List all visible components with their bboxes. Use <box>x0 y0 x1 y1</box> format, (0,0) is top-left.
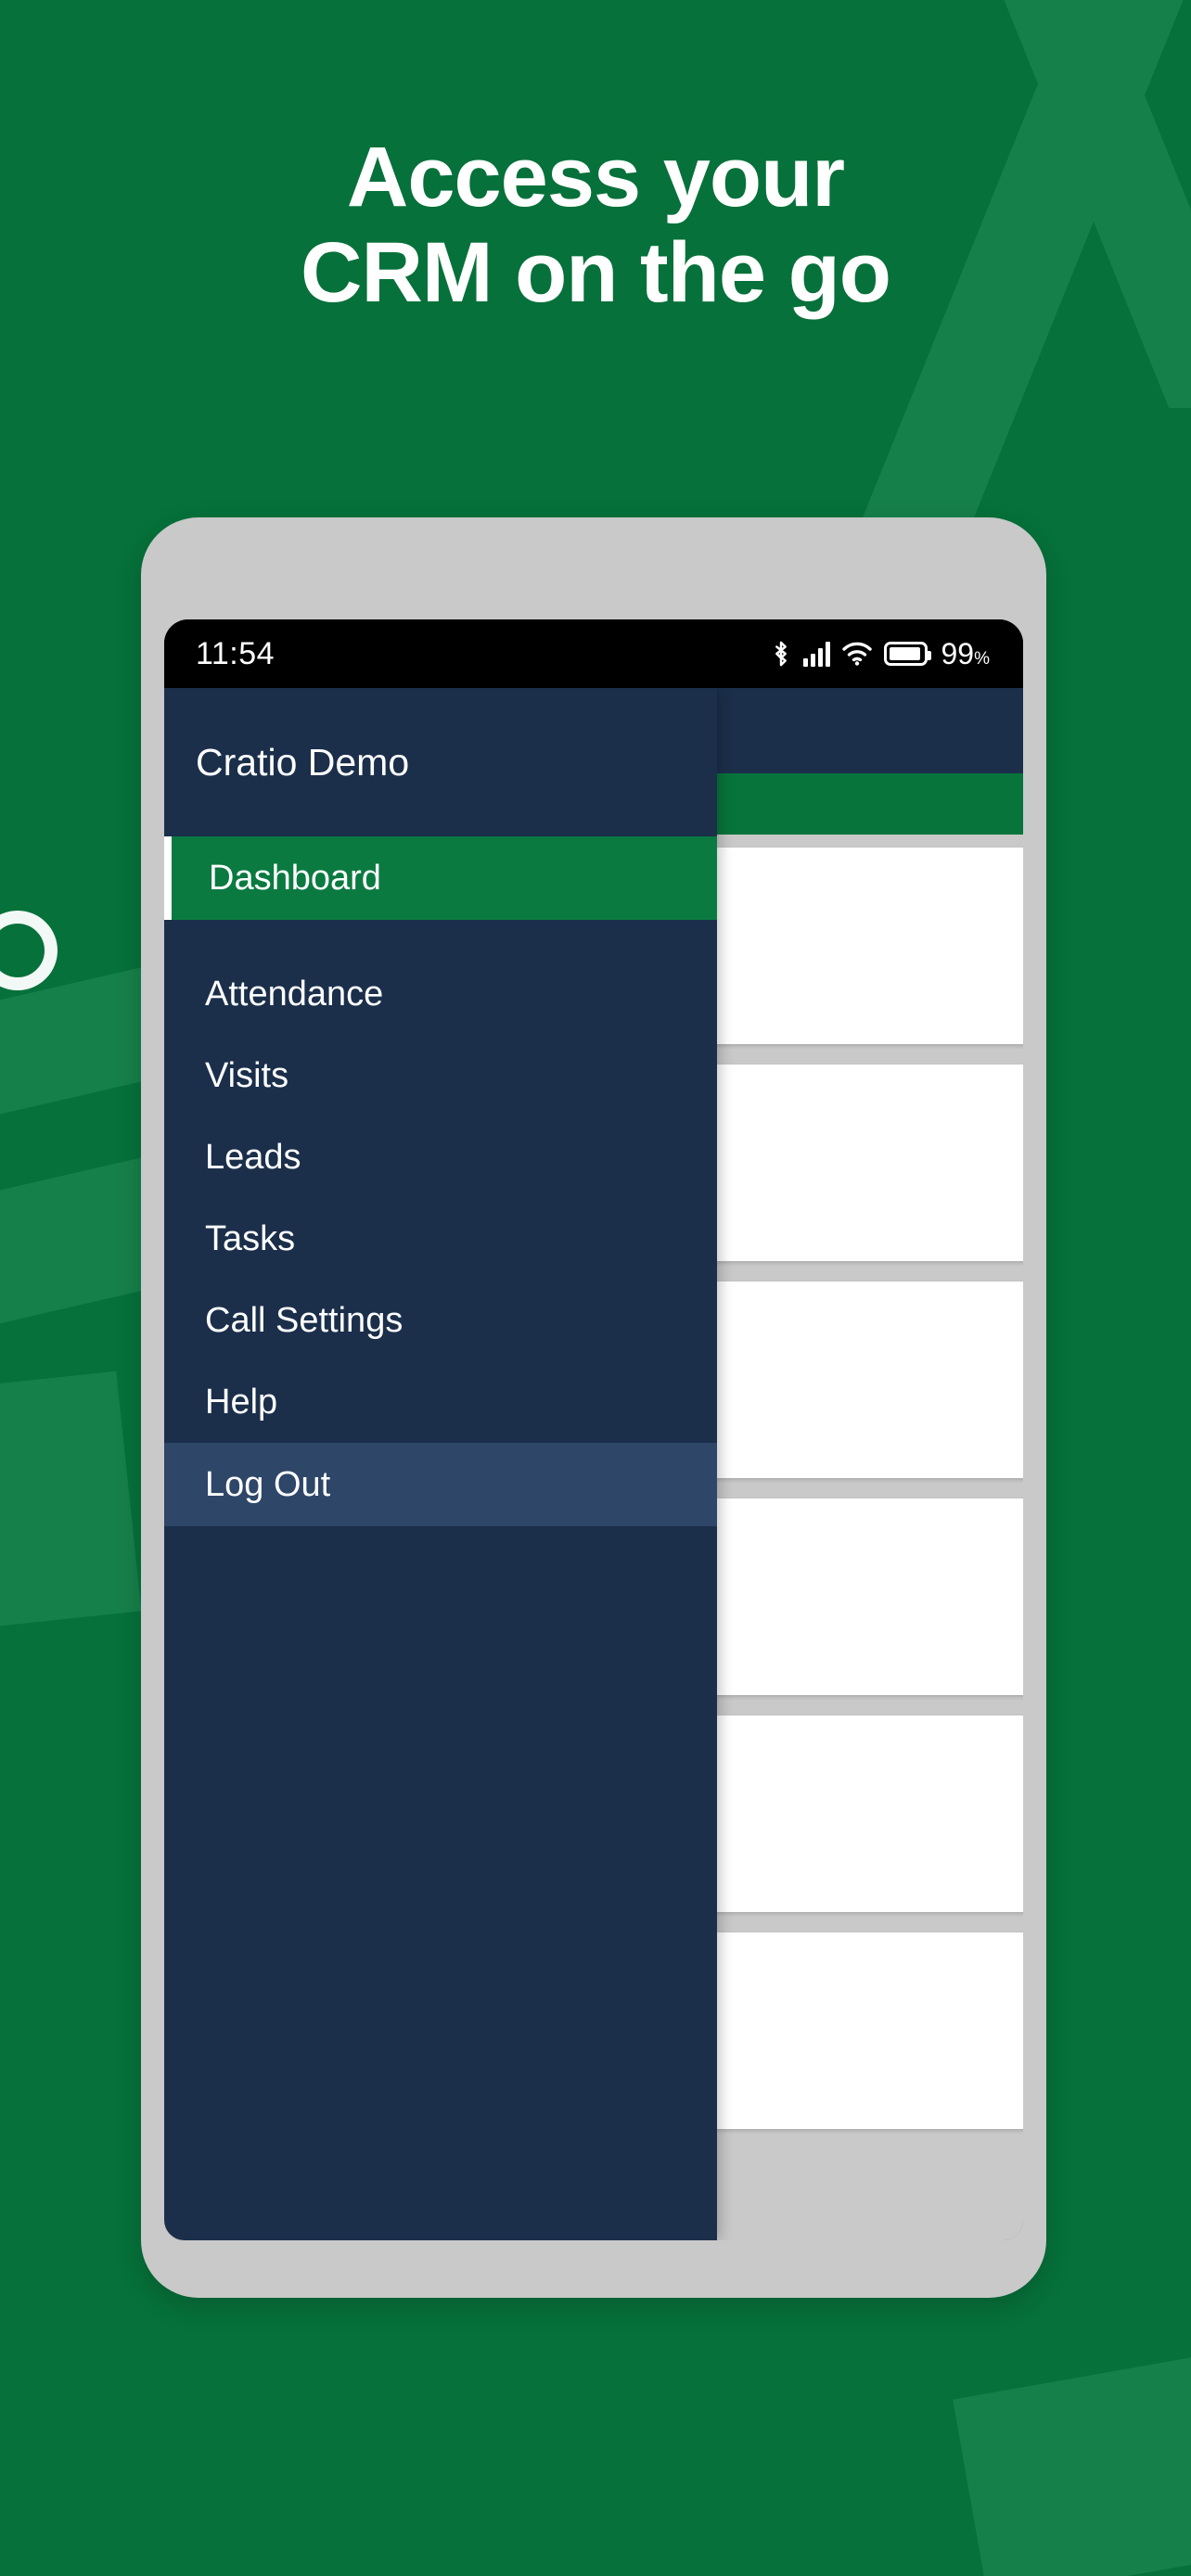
sidebar-item-label: Attendance <box>205 974 384 1014</box>
drawer-spacer <box>164 920 717 953</box>
drawer-menu-list: Dashboard Attendance Visits Leads Tasks … <box>164 836 717 1526</box>
background-band-bottom-right <box>953 2351 1191 2576</box>
sidebar-item-visits[interactable]: Visits <box>164 1035 717 1116</box>
battery-icon <box>883 642 931 666</box>
status-bar: 11:54 99% <box>164 619 1023 688</box>
phone-screen: 11:54 99% Cratio Demo Dashboard Attendan… <box>164 619 1023 2240</box>
battery-percent-label: 99% <box>941 636 991 670</box>
navigation-drawer: Cratio Demo Dashboard Attendance Visits <box>164 688 717 2240</box>
sidebar-item-label: Call Settings <box>205 1300 403 1340</box>
sidebar-item-call-settings[interactable]: Call Settings <box>164 1280 717 1361</box>
sidebar-item-label: Dashboard <box>209 858 381 898</box>
cellular-signal-icon <box>802 641 830 667</box>
app-body: Dashboard Leads Expected Reve ALL ACTIVE… <box>164 688 1023 2240</box>
sidebar-item-label: Tasks <box>205 1218 296 1258</box>
phone-mockup: 11:54 99% Cratio Demo Dashboard Attendan… <box>141 517 1046 2298</box>
sidebar-item-leads[interactable]: Leads <box>164 1116 717 1198</box>
sidebar-item-label: Log Out <box>205 1464 331 1504</box>
background-band-left-3 <box>0 1371 142 1652</box>
sidebar-item-label: Visits <box>205 1055 289 1095</box>
promo-screenshot: Access your CRM on the go 11:54 99% Crat… <box>0 0 1191 2576</box>
headline-line-2: CRM on the go <box>301 225 891 321</box>
drawer-header: Cratio Demo <box>164 688 717 836</box>
status-bar-icons: 99% <box>771 636 991 671</box>
sidebar-item-label: Help <box>205 1382 278 1422</box>
sidebar-item-attendance[interactable]: Attendance <box>164 953 717 1035</box>
status-bar-clock: 11:54 <box>196 635 275 671</box>
headline-line-1: Access your <box>346 130 845 224</box>
promo-headline: Access your CRM on the go <box>0 130 1191 321</box>
background-ring-decoration <box>0 911 58 990</box>
sidebar-item-log-out[interactable]: Log Out <box>164 1443 717 1526</box>
wifi-icon <box>841 642 872 666</box>
sidebar-item-dashboard[interactable]: Dashboard <box>164 836 717 920</box>
sidebar-item-help[interactable]: Help <box>164 1361 717 1443</box>
bluetooth-icon <box>775 641 787 667</box>
sidebar-item-tasks[interactable]: Tasks <box>164 1198 717 1280</box>
drawer-account-name: Cratio Demo <box>196 740 410 784</box>
sidebar-item-label: Leads <box>205 1137 301 1177</box>
